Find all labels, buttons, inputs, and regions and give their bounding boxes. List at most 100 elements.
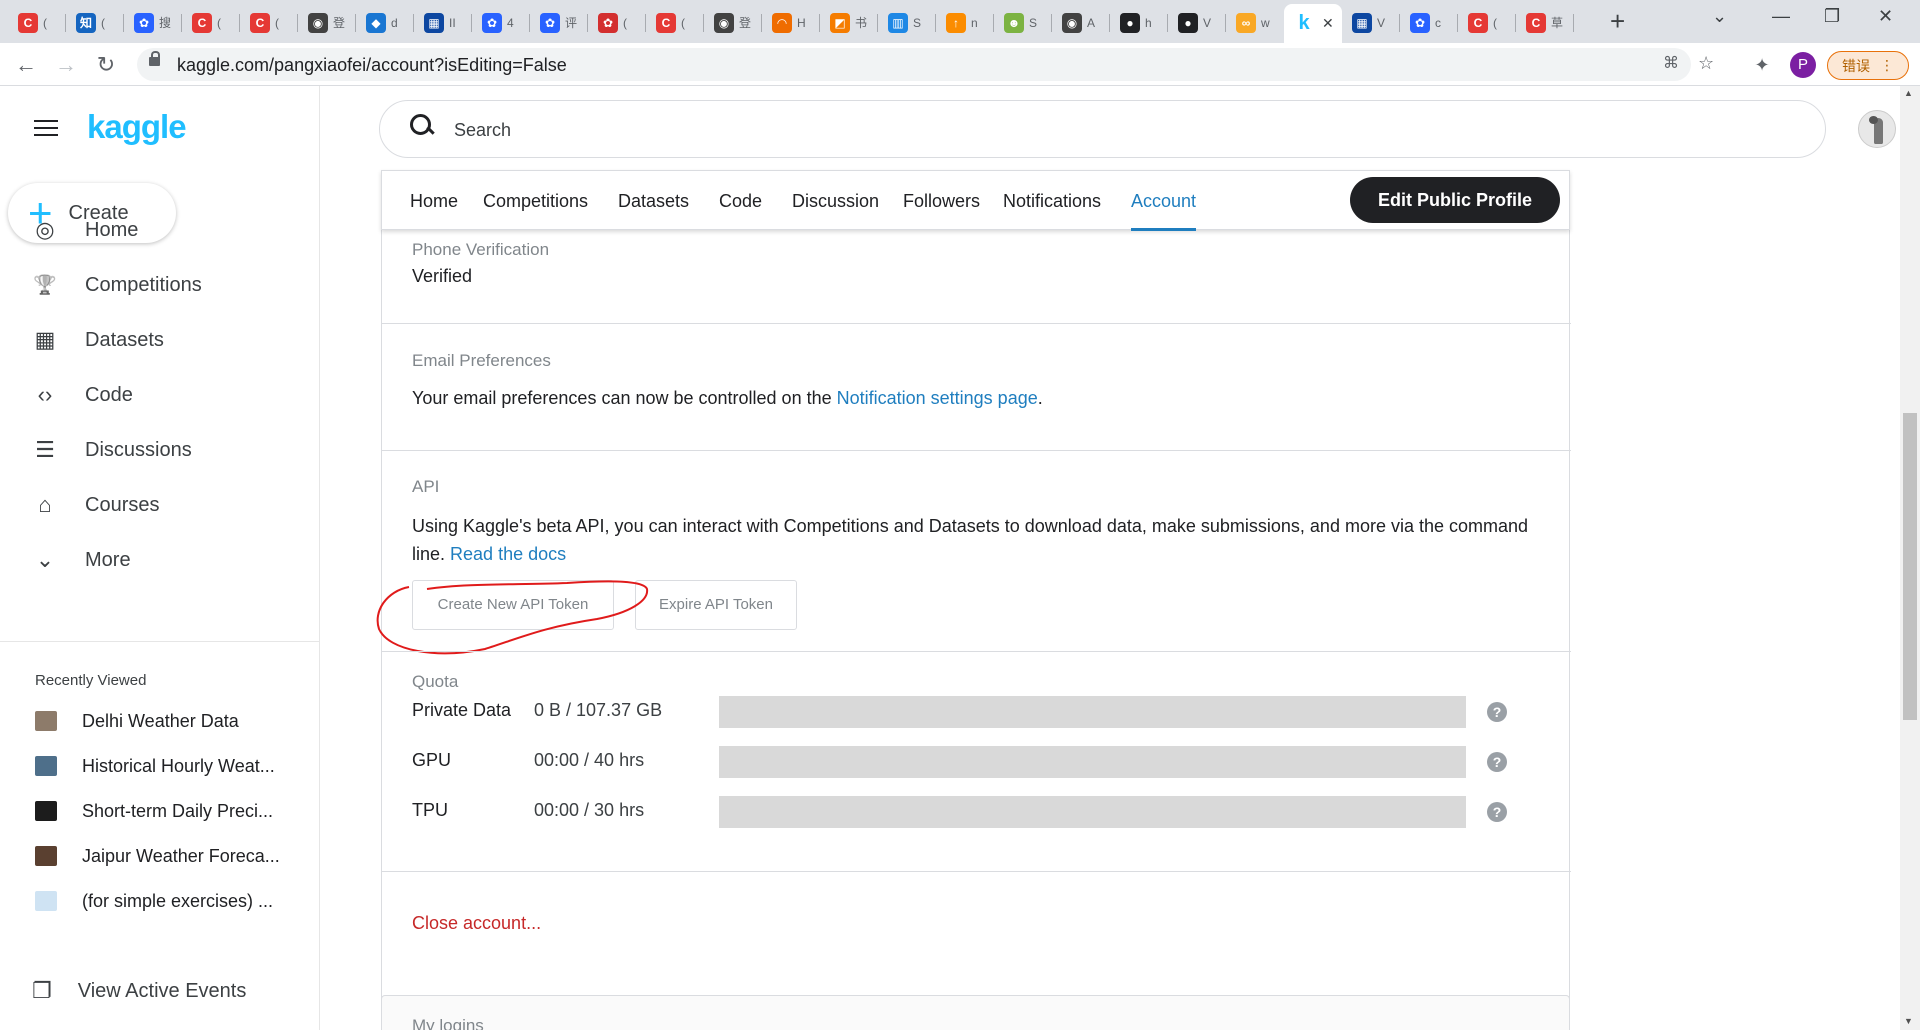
my-logins-card: My logins [381,995,1570,1030]
recently-viewed-item[interactable]: (for simple exercises) ... [0,881,320,921]
browser-tab[interactable]: C( [240,6,298,39]
browser-tab[interactable]: ◉ 登 [704,6,762,39]
browser-tab[interactable]: ▥ S [878,6,936,39]
quota-value: 00:00 / 40 hrs [534,750,645,770]
browser-tab[interactable]: 知( [66,6,124,39]
extensions-icon[interactable]: ✦ [1748,51,1776,79]
create-api-token-button[interactable]: Create New API Token [412,580,614,630]
tab-code[interactable]: Code [719,171,762,231]
api-text-prefix: Using Kaggle's beta API, you can interac… [412,516,1529,564]
profile-avatar[interactable]: P [1790,52,1816,78]
user-avatar[interactable] [1858,110,1896,148]
browser-tab[interactable]: ✿ 4 [472,6,530,39]
sidebar-item-competitions[interactable]: 🏆 Competitions [0,260,320,310]
close-account-link[interactable]: Close account... [412,913,541,934]
browser-tab[interactable]: ● V [1168,6,1226,39]
tab-datasets[interactable]: Datasets [618,171,689,231]
tab-favicon-icon: C [1526,12,1546,33]
help-icon[interactable]: ? [1487,752,1507,772]
translate-icon[interactable]: ⌘ [1663,53,1679,73]
browser-tab[interactable]: ✿ 评 [530,6,588,39]
recently-viewed-item[interactable]: Historical Hourly Weat... [0,746,320,786]
sidebar-item-home[interactable]: ◎ Home [0,205,320,255]
tab-close-icon[interactable]: ✕ [1322,15,1334,32]
browser-tab[interactable]: ✿ c [1400,6,1458,39]
notification-settings-link[interactable]: Notification settings page [837,388,1038,408]
scroll-down-icon[interactable]: ▼ [1904,1016,1913,1026]
page-scrollbar[interactable]: ▲ ▼ [1900,86,1920,1030]
browser-tab[interactable]: C( [8,6,66,39]
sidebar-item-code[interactable]: ‹› Code [0,370,320,420]
browser-tab[interactable]: ▦ II [414,6,472,39]
tab-discussion[interactable]: Discussion [792,171,879,231]
sidebar-item-courses[interactable]: ⌂ Courses [0,480,320,530]
address-bar[interactable]: kaggle.com/pangxiaofei/account?isEditing… [137,48,1714,81]
browser-tab[interactable]: ◉ 登 [298,6,356,39]
help-icon[interactable]: ? [1487,702,1507,722]
recently-viewed-item[interactable]: Jaipur Weather Foreca... [0,836,320,876]
tab-title: 草 [1551,16,1564,30]
tab-search-icon[interactable]: ⌄ [1712,6,1727,27]
reload-icon[interactable]: ↻ [92,51,120,79]
tab-title: ( [623,15,627,30]
sidebar-item-label: More [85,548,131,571]
site-search [379,100,1826,158]
browser-tab[interactable]: ☻ S [994,6,1052,39]
browser-tab[interactable]: C( [1458,6,1516,39]
read-the-docs-link[interactable]: Read the docs [450,544,566,564]
tab-title: A [1087,15,1096,30]
sidebar-item-discussions[interactable]: ☰ Discussions [0,425,320,475]
browser-tab[interactable]: C( [646,6,704,39]
quota-row: GPU 00:00 / 40 hrs? [412,746,1542,778]
recently-viewed-item[interactable]: Short-term Daily Preci... [0,791,320,831]
bookmark-star-icon[interactable]: ☆ [1698,53,1714,74]
scrollbar-thumb[interactable] [1903,413,1917,720]
browser-tab[interactable]: ✿ 搜 [124,6,182,39]
tab-favicon-icon: ◉ [1062,12,1082,33]
view-active-events[interactable]: ❐ View Active Events [0,966,320,1016]
window-close-icon[interactable]: ✕ [1878,6,1893,27]
tab-notifications[interactable]: Notifications [1003,171,1101,231]
sidebar-item-datasets[interactable]: ▦ Datasets [0,315,320,365]
expire-api-token-button[interactable]: Expire API Token [635,580,797,630]
browser-tab[interactable]: ◆ d [356,6,414,39]
tab-account[interactable]: Account [1131,171,1197,231]
browser-tab[interactable]: ◩ 书 [820,6,878,39]
quota-value: 00:00 / 30 hrs [534,800,645,820]
url-text[interactable]: kaggle.com/pangxiaofei/account?isEditing… [177,55,567,76]
tab-title: S [1029,15,1038,30]
browser-tab-active[interactable]: k ✕ [1284,4,1342,43]
hamburger-menu-icon[interactable] [34,120,58,136]
browser-tab[interactable]: ∞ w [1226,6,1284,39]
lock-icon[interactable] [149,51,160,66]
kaggle-logo[interactable]: kaggle [87,108,187,146]
maximize-icon[interactable]: ❐ [1824,6,1840,27]
error-badge[interactable]: 错误 ⋮ [1827,51,1909,80]
edit-public-profile-button[interactable]: Edit Public Profile [1350,177,1560,223]
scroll-up-icon[interactable]: ▲ [1904,88,1913,98]
back-icon[interactable]: ← [12,51,40,79]
browser-tab[interactable]: ◠ H [762,6,820,39]
browser-tab[interactable]: ● h [1110,6,1168,39]
sidebar-item-more[interactable]: ⌄ More [0,535,320,585]
browser-tab[interactable]: ✿( [588,6,646,39]
minimize-icon[interactable]: — [1772,6,1790,27]
browser-tab[interactable]: C( [182,6,240,39]
quota-row: Private Data 0 B / 107.37 GB? [412,696,1542,728]
my-logins-label: My logins [412,1016,484,1030]
browser-tab[interactable]: C草 [1516,6,1574,39]
tab-title: S [913,15,922,30]
tab-followers[interactable]: Followers [903,171,980,231]
browser-tab[interactable]: ◉ A [1052,6,1110,39]
tab-title: ( [43,15,47,30]
help-icon[interactable]: ? [1487,802,1507,822]
forward-icon[interactable]: → [52,51,80,79]
tab-home[interactable]: Home [410,171,458,231]
tab-competitions[interactable]: Competitions [483,171,588,231]
browser-tab[interactable]: ↑ n [936,6,994,39]
search-input[interactable] [454,117,1354,143]
tab-title: II [449,15,456,30]
new-tab-button[interactable]: + [1610,8,1625,34]
browser-tab[interactable]: ▦ V [1342,6,1400,39]
recently-viewed-item[interactable]: Delhi Weather Data [0,701,320,741]
